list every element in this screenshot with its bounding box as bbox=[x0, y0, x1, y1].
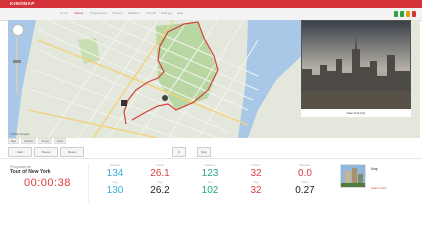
divider bbox=[88, 163, 89, 203]
session-stats-panel: Programme Tour of New York 00:00:38 Dist… bbox=[0, 158, 422, 242]
zoom-handle[interactable] bbox=[13, 60, 21, 63]
stat-cadence: Cadence 123 Avg 102 bbox=[190, 164, 230, 196]
video-title: Map bbox=[371, 167, 378, 171]
menu-item-help[interactable]: Help bbox=[177, 11, 183, 15]
stat-avg-value: 102 bbox=[201, 185, 219, 196]
stat-power: Power 32 Avg 32 bbox=[236, 164, 276, 196]
stat-value: 32 bbox=[250, 168, 262, 179]
stat-value: 0.0 bbox=[298, 168, 312, 179]
menu-item-trainers[interactable]: Trainers bbox=[112, 11, 123, 15]
menu-item-friends[interactable]: Friends bbox=[146, 11, 156, 15]
map-type-tabs: Map Satellite Terrain Earth bbox=[8, 138, 108, 144]
tab-satellite[interactable]: Satellite bbox=[21, 138, 37, 144]
city-skyline-image bbox=[302, 21, 410, 109]
stop-button[interactable]: Stop bbox=[197, 147, 211, 157]
menu-item-videos[interactable]: Videos bbox=[74, 11, 83, 15]
stat-distance: Distance 134 Avg 130 bbox=[95, 164, 135, 196]
stat-value: 26.1 bbox=[150, 168, 170, 179]
pan-control-icon[interactable] bbox=[12, 24, 24, 36]
power-icon[interactable] bbox=[406, 11, 410, 17]
video-thumbnail-image bbox=[341, 165, 365, 187]
menu-item-programmes[interactable]: Programmes bbox=[90, 11, 107, 15]
stat-value: 123 bbox=[201, 168, 219, 179]
elapsed-timer: 00:00:38 bbox=[24, 177, 71, 189]
stat-elevation: Elevation 0.0 Slope 0.27 bbox=[285, 164, 325, 196]
start-button[interactable]: Start bbox=[8, 147, 32, 157]
tab-map[interactable]: Map bbox=[8, 138, 20, 144]
photo-caption: New York City bbox=[301, 109, 411, 117]
learn-more-link[interactable]: Learn more bbox=[371, 186, 386, 190]
pause-button[interactable]: Pause bbox=[34, 147, 58, 157]
position-marker-icon[interactable] bbox=[162, 95, 168, 101]
menu-item-home[interactable]: Home bbox=[60, 11, 68, 15]
reset-button[interactable]: Reset bbox=[60, 147, 84, 157]
stat-value: 134 bbox=[106, 168, 124, 179]
wifi-icon[interactable] bbox=[394, 11, 398, 17]
close-icon[interactable] bbox=[412, 11, 416, 17]
menu-item-settings[interactable]: Settings bbox=[161, 11, 172, 15]
stat-avg-value: 32 bbox=[250, 185, 262, 196]
title-bar: KINOMAP bbox=[0, 0, 422, 8]
zoom-slider[interactable] bbox=[16, 38, 18, 94]
stat-avg-value: 130 bbox=[106, 185, 124, 196]
heart-icon[interactable] bbox=[400, 11, 404, 17]
map-credit: ©2012 Google bbox=[10, 132, 30, 136]
stat-speed: Speed 26.1 Avg 26.2 bbox=[140, 164, 180, 196]
stat-avg-value: 26.2 bbox=[150, 185, 170, 196]
playback-button[interactable]: II bbox=[172, 147, 186, 157]
programme-title: Tour of New York bbox=[10, 169, 51, 175]
window-controls bbox=[394, 11, 416, 17]
stat-slope-value: 0.27 bbox=[295, 185, 315, 196]
menu-item-statistics[interactable]: Statistics bbox=[128, 11, 140, 15]
video-thumbnail[interactable] bbox=[340, 164, 366, 188]
tab-terrain[interactable]: Terrain bbox=[38, 138, 53, 144]
location-photo[interactable] bbox=[301, 20, 411, 110]
tab-earth[interactable]: Earth bbox=[54, 138, 67, 144]
start-marker-icon[interactable] bbox=[121, 100, 127, 106]
app-logo: KINOMAP bbox=[10, 1, 35, 6]
